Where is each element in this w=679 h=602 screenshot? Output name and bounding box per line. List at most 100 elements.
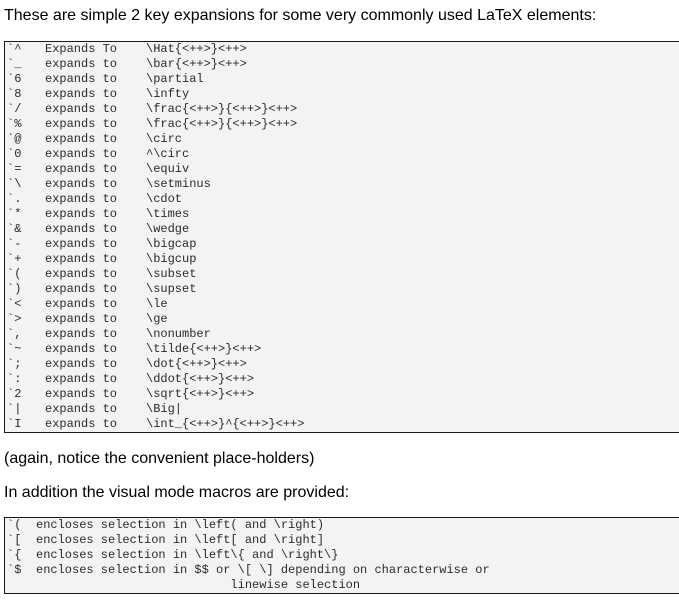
visual-macros-code-block: `( encloses selection in \left( and \righ…	[4, 517, 679, 594]
expansion-verb: Expands To	[45, 42, 118, 56]
expansion-key: `6	[7, 72, 22, 86]
expansion-value: \nonumber	[146, 327, 211, 341]
expansion-row: `_ expands to \bar{<++>}<++>	[7, 57, 679, 72]
expansion-row: `6 expands to \partial	[7, 72, 679, 87]
expansion-verb: expands to	[45, 162, 118, 176]
expansion-value: \bar{<++>}<++>	[146, 57, 247, 71]
expansion-value: \infty	[146, 87, 190, 101]
expansion-row: `: expands to \ddot{<++>}<++>	[7, 372, 679, 387]
expansion-key: `@	[7, 132, 22, 146]
visual-macro-key: `[	[7, 533, 22, 547]
expansion-value: \frac{<++>}{<++>}<++>	[146, 102, 298, 116]
expansion-value: \dot{<++>}<++>	[146, 357, 247, 371]
expansion-row: `% expands to \frac{<++>}{<++>}<++>	[7, 117, 679, 132]
expansion-key: `&	[7, 222, 22, 236]
expansion-key: `=	[7, 162, 22, 176]
expansion-value: ^\circ	[146, 147, 190, 161]
expansion-key: `:	[7, 372, 22, 386]
expansion-value: \setminus	[146, 177, 211, 191]
expansion-verb: expands to	[45, 342, 118, 356]
expansion-key: `\	[7, 177, 22, 191]
expansion-row: `. expands to \cdot	[7, 192, 679, 207]
expansion-verb: expands to	[45, 117, 118, 131]
expansion-verb: expands to	[45, 72, 118, 86]
expansion-verb: expands to	[45, 192, 118, 206]
expansion-key: `%	[7, 117, 22, 131]
visual-macro-key: `{	[7, 548, 22, 562]
expansion-verb: expands to	[45, 207, 118, 221]
expansion-verb: expands to	[45, 132, 118, 146]
expansion-value: \cdot	[146, 192, 183, 206]
visual-macro-description: linewise selection	[36, 578, 361, 592]
expansion-row: `= expands to \equiv	[7, 162, 679, 177]
expansion-key: `2	[7, 387, 22, 401]
expansion-verb: expands to	[45, 372, 118, 386]
expansion-verb: expands to	[45, 417, 118, 431]
expansion-value: \supset	[146, 282, 197, 296]
intro-paragraph: These are simple 2 key expansions for so…	[4, 7, 597, 24]
visual-macro-row: `{encloses selection in \left\{ and \rig…	[7, 548, 679, 563]
expansion-verb: expands to	[45, 57, 118, 71]
expansion-value: \ddot{<++>}<++>	[146, 372, 255, 386]
visual-macro-description: encloses selection in \left[ and \right]	[36, 533, 325, 547]
expansion-value: \equiv	[146, 162, 190, 176]
expansion-value: \le	[146, 297, 168, 311]
expansion-row: `@ expands to \circ	[7, 132, 679, 147]
expansion-row: `- expands to \bigcap	[7, 237, 679, 252]
expansion-key: `,	[7, 327, 22, 341]
expansion-key: `*	[7, 207, 22, 221]
expansion-row: `0 expands to ^\circ	[7, 147, 679, 162]
expansion-row: `& expands to \wedge	[7, 222, 679, 237]
expansion-row: `I expands to \int_{<++>}^{<++>}<++>	[7, 417, 679, 432]
expansion-row: `| expands to \Big|	[7, 402, 679, 417]
expansion-value: \Big|	[146, 402, 183, 416]
expansions-code-block: `^ Expands To \Hat{<++>}<++> `_ expands to \b…	[4, 41, 679, 433]
expansion-key: `/	[7, 102, 22, 116]
expansion-row: `> expands to \ge	[7, 312, 679, 327]
visual-macro-description: encloses selection in \left( and \right)	[36, 518, 325, 532]
expansion-value: \times	[146, 207, 190, 221]
visual-macro-key: `$	[7, 563, 22, 577]
expansion-key: `-	[7, 237, 22, 251]
expansion-verb: expands to	[45, 387, 118, 401]
expansion-verb: expands to	[45, 402, 118, 416]
expansion-row: `; expands to \dot{<++>}<++>	[7, 357, 679, 372]
expansion-key: `;	[7, 357, 22, 371]
expansion-verb: expands to	[45, 102, 118, 116]
expansion-value: \int_{<++>}^{<++>}<++>	[146, 417, 305, 431]
visual-macro-description: encloses selection in $$ or \[ \] depend…	[36, 563, 490, 577]
expansion-row: `) expands to \supset	[7, 282, 679, 297]
visual-mode-intro: In addition the visual mode macros are p…	[4, 484, 350, 501]
visual-macro-row: linewise selection	[7, 578, 679, 593]
expansion-row: `^ Expands To \Hat{<++>}<++>	[7, 42, 679, 57]
expansion-key: `I	[7, 417, 22, 431]
expansion-key: `_	[7, 57, 22, 71]
visual-macro-row: `$ encloses selection in $$ or \[ \] depe…	[7, 563, 679, 578]
expansion-row: `~ expands to \tilde{<++>}<++>	[7, 342, 679, 357]
expansion-verb: expands to	[45, 327, 118, 341]
visual-macro-key: `(	[7, 518, 22, 532]
expansion-verb: expands to	[45, 222, 118, 236]
expansion-verb: expands to	[45, 87, 118, 101]
expansion-key: `^	[7, 42, 22, 56]
placeholders-note: (again, notice the convenient place-hold…	[4, 450, 315, 467]
expansion-row: `(expands to \subset	[7, 267, 679, 282]
expansion-key: `+	[7, 252, 22, 266]
expansion-row: `+ expands to \bigcup	[7, 252, 679, 267]
expansion-key: `|	[7, 402, 22, 416]
visual-macro-row: `( encloses selection in \left( and \righ…	[7, 518, 679, 533]
expansion-verb: expands to	[45, 237, 118, 251]
expansion-value: \tilde{<++>}<++>	[146, 342, 262, 356]
expansion-key: `)	[7, 282, 22, 296]
expansion-verb: expands to	[45, 312, 118, 326]
expansion-key: `(	[7, 267, 22, 281]
expansion-value: \frac{<++>}{<++>}<++>	[146, 117, 298, 131]
expansion-key: `>	[7, 312, 22, 326]
expansion-verb: expands to	[45, 297, 118, 311]
expansion-verb: expands to	[45, 147, 118, 161]
expansion-row: `* expands to \times	[7, 207, 679, 222]
expansion-key: `.	[7, 192, 22, 206]
expansion-key: `~	[7, 342, 22, 356]
expansion-row: `\ expands to \setminus	[7, 177, 679, 192]
expansion-value: \sqrt{<++>}<++>	[146, 387, 255, 401]
